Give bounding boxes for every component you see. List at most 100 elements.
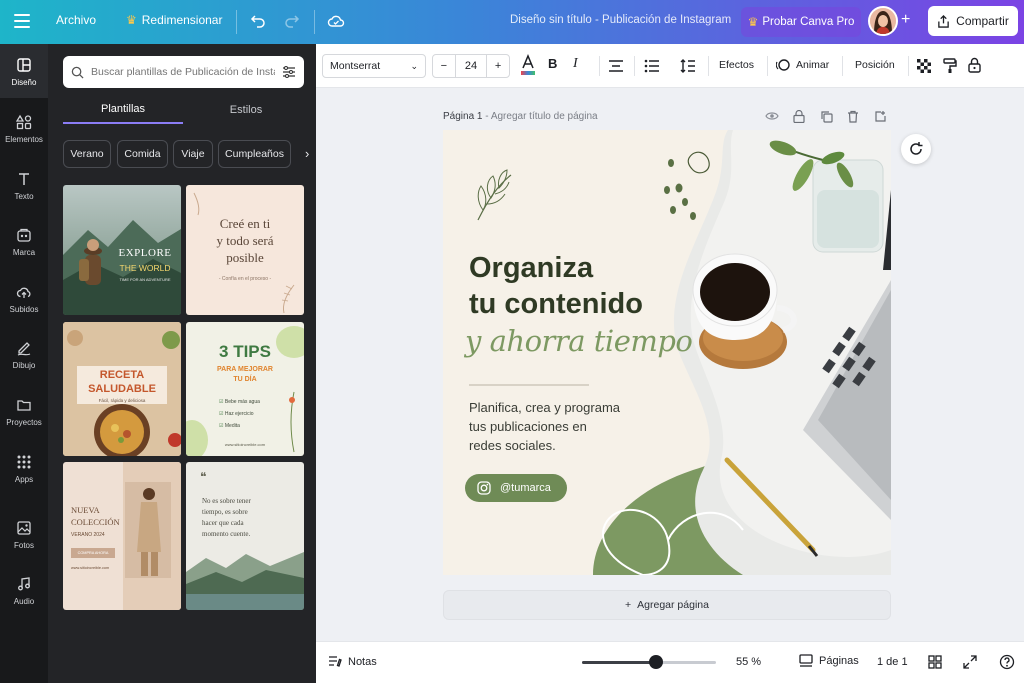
notes-button[interactable]: Notas (328, 655, 377, 668)
increase-size-button[interactable]: + (487, 60, 509, 72)
trash-icon[interactable] (847, 110, 859, 126)
divider (314, 10, 315, 34)
resize-label: Redimensionar (141, 13, 223, 27)
try-pro-button[interactable]: ♛ Probar Canva Pro (741, 7, 861, 37)
chip-summer[interactable]: Verano (63, 140, 111, 168)
design-canvas[interactable]: Organiza tu contenido y ahorra tiempo Pl… (443, 130, 891, 575)
template-caption: TIME FOR AN ADVENTURE (119, 277, 171, 282)
bold-icon[interactable]: B (548, 56, 557, 71)
list-item-text: Bebe más agua (224, 399, 260, 405)
design-headline[interactable]: Organiza tu contenido (469, 250, 643, 322)
quote-line: hacer que cada (202, 519, 244, 527)
paint-roller-icon[interactable] (943, 58, 957, 74)
rail-item-design[interactable]: Diseño (0, 44, 48, 98)
align-center-icon[interactable] (608, 59, 624, 73)
text-icon (15, 170, 33, 188)
pages-icon (799, 654, 813, 667)
search-input[interactable] (91, 66, 275, 78)
add-page-button[interactable]: + Agregar página (443, 590, 891, 620)
add-page-title[interactable]: - Agregar título de página (485, 111, 597, 122)
templates-panel: Plantillas Estilos Verano Comida Viaje C… (48, 44, 316, 683)
zoom-slider[interactable] (582, 655, 716, 669)
upload-cloud-icon (15, 283, 33, 301)
cloud-sync-icon[interactable] (327, 12, 345, 33)
rail-item-audio[interactable]: Audio (0, 563, 48, 617)
resize-button[interactable]: ♛ Redimensionar (126, 13, 222, 27)
template-title: NUEVA COLECCIÓN (71, 504, 120, 528)
template-quote: No es sobre tener tiempo, es sobre hacer… (202, 496, 251, 540)
help-icon[interactable] (999, 654, 1015, 673)
redo-icon[interactable] (284, 12, 300, 33)
effects-button[interactable]: Efectos (719, 59, 754, 71)
share-button[interactable]: Compartir (928, 6, 1018, 36)
transparency-icon[interactable] (917, 59, 931, 73)
decrease-size-button[interactable]: − (433, 60, 455, 72)
search-box[interactable] (63, 56, 304, 88)
lock-icon[interactable] (793, 109, 805, 126)
body-line: Planifica, crea y programa (469, 400, 621, 415)
add-collaborator-icon[interactable]: + (901, 11, 910, 29)
filter-icon[interactable] (282, 65, 296, 79)
rail-label: Marca (12, 247, 36, 257)
position-button[interactable]: Posición (855, 59, 895, 71)
avatar[interactable] (868, 6, 898, 36)
chip-food[interactable]: Comida (117, 140, 168, 168)
rail-item-draw[interactable]: Dibujo (0, 327, 48, 381)
text-color-icon[interactable] (520, 54, 536, 76)
add-page-icon[interactable] (874, 110, 887, 126)
grid-view-icon[interactable] (928, 655, 942, 672)
fullscreen-icon[interactable] (963, 655, 977, 672)
divider (634, 56, 635, 76)
animate-icon[interactable] (776, 58, 790, 72)
eye-icon[interactable] (765, 110, 779, 125)
body-line: tus publicaciones en (469, 419, 587, 434)
chip-travel[interactable]: Viaje (173, 140, 213, 168)
template-explore[interactable]: EXPLORE THE WORLD TIME FOR AN ADVENTURE (63, 185, 181, 315)
line-spacing-icon[interactable] (680, 58, 696, 74)
tab-templates[interactable]: Plantillas (63, 96, 183, 124)
lock-icon[interactable] (968, 57, 981, 73)
file-menu[interactable]: Archivo (56, 13, 96, 27)
rail-item-apps[interactable]: Apps (0, 441, 48, 495)
rail-item-photos[interactable]: Fotos (0, 507, 48, 561)
pages-button[interactable]: Páginas (799, 654, 859, 667)
template-believe[interactable]: Creé en ti y todo será posible - Confía … (186, 185, 304, 315)
zoom-value[interactable]: 55 % (736, 656, 761, 668)
chip-birthday[interactable]: Cumpleaños (218, 140, 291, 168)
template-quote-landscape[interactable]: ❝ No es sobre tener tiempo, es sobre hac… (186, 462, 304, 610)
rail-item-brand[interactable]: Marca (0, 214, 48, 268)
rail-item-projects[interactable]: Proyectos (0, 384, 48, 438)
refresh-button[interactable] (901, 134, 931, 164)
template-recipe[interactable]: RECETA SALUDABLE Fácil, rápida y delicio… (63, 322, 181, 456)
chevron-right-icon[interactable]: › (305, 146, 309, 161)
divider (708, 56, 709, 76)
list-item-text: Medita (224, 423, 240, 429)
page-count: 1 de 1 (877, 656, 908, 668)
duplicate-icon[interactable] (820, 110, 833, 126)
rail-item-elements[interactable]: Elementos (0, 101, 48, 155)
design-body-text[interactable]: Planifica, crea y programa tus publicaci… (469, 398, 620, 455)
divider (236, 10, 237, 34)
menu-icon[interactable] (14, 14, 30, 28)
rail-item-uploads[interactable]: Subidos (0, 271, 48, 325)
quote-line: No es sobre tener (202, 497, 251, 505)
zoom-slider-handle[interactable] (648, 655, 663, 669)
tab-styles[interactable]: Estilos (186, 96, 306, 124)
animate-button[interactable]: Animar (796, 59, 829, 71)
document-title[interactable]: Diseño sin título - Publicación de Insta… (510, 14, 731, 26)
brand-icon (15, 226, 33, 244)
italic-icon[interactable]: I (573, 56, 578, 72)
template-collection[interactable]: NUEVA COLECCIÓN VERANO 2024 COMPRA AHORA… (63, 462, 181, 610)
undo-icon[interactable] (250, 12, 266, 33)
font-size-value[interactable]: 24 (454, 55, 488, 77)
design-handle-badge[interactable]: @tumarca (465, 474, 567, 502)
design-script-text[interactable]: y ahorra tiempo (465, 324, 693, 358)
notes-label: Notas (348, 655, 377, 668)
title-line: COLECCIÓN (71, 517, 120, 527)
title-line: RECETA (99, 369, 145, 381)
font-dropdown[interactable]: Montserrat ⌄ (322, 54, 426, 78)
rail-label: Fotos (13, 540, 34, 550)
rail-item-text[interactable]: Texto (0, 158, 48, 212)
template-tips[interactable]: 3 TIPS PARA MEJORAR TU DÍA ☑ Bebe más ag… (186, 322, 304, 456)
list-icon[interactable] (644, 59, 660, 73)
